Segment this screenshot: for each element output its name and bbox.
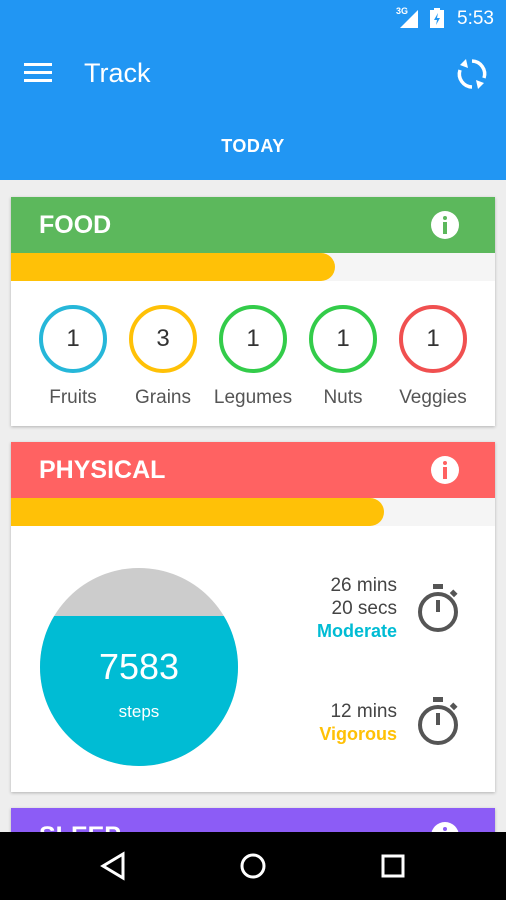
food-item-label: Legumes (213, 387, 293, 408)
menu-icon[interactable] (24, 63, 52, 85)
steps-unit: steps (118, 702, 160, 721)
steps-gauge[interactable]: 7583 steps (40, 568, 238, 766)
food-item-legumes[interactable]: 1 Legumes (208, 305, 298, 409)
clock: 5:53 (457, 8, 494, 29)
tab-today[interactable]: TODAY (0, 136, 506, 157)
food-item-nuts[interactable]: 1 Nuts (298, 305, 388, 409)
signal-icon (400, 10, 418, 28)
physical-progress-track (11, 498, 495, 526)
steps-value: 7583 (98, 646, 180, 687)
food-title: FOOD (39, 211, 112, 239)
food-progress-track (11, 253, 495, 281)
food-header: FOOD (11, 197, 495, 253)
physical-header: PHYSICAL (11, 442, 495, 498)
moderate-activity: 26 mins 20 secs Moderate (317, 574, 397, 643)
moderate-seconds: 20 secs (331, 598, 397, 619)
steps-gauge-fill (40, 615, 238, 766)
status-bar: 3G 5:53 (0, 0, 506, 36)
stopwatch-icon[interactable] (416, 697, 460, 747)
sync-icon[interactable] (454, 56, 490, 92)
info-icon[interactable] (431, 456, 459, 484)
back-icon[interactable] (97, 850, 129, 882)
food-item-label: Nuts (323, 387, 363, 408)
vigorous-label: Vigorous (319, 724, 397, 744)
info-icon[interactable] (431, 211, 459, 239)
recents-icon[interactable] (377, 850, 409, 882)
moderate-label: Moderate (316, 621, 397, 641)
battery-icon (430, 8, 444, 28)
count-ring: 3 (129, 305, 197, 373)
home-icon[interactable] (237, 850, 269, 882)
moderate-minutes: 26 mins (330, 575, 397, 596)
physical-card: PHYSICAL 7583 steps 26 mins 20 secs Mode… (11, 442, 495, 792)
stopwatch-icon[interactable] (416, 584, 460, 634)
food-progress-bar (11, 253, 336, 281)
food-item-label: Grains (135, 387, 191, 408)
page-title: Track (84, 58, 151, 88)
count-ring: 1 (39, 305, 107, 373)
food-item-grains[interactable]: 3 Grains (118, 305, 208, 409)
food-item-label: Fruits (49, 387, 97, 408)
count-ring: 1 (399, 305, 467, 373)
count-ring: 1 (219, 305, 287, 373)
physical-progress-bar (11, 498, 384, 526)
navigation-bar (0, 832, 506, 900)
app-bar: Track TODAY (0, 36, 506, 180)
food-item-label: Veggies (399, 387, 467, 408)
food-item-fruits[interactable]: 1 Fruits (28, 305, 118, 409)
vigorous-minutes: 12 mins (330, 701, 397, 722)
count-ring: 1 (309, 305, 377, 373)
food-item-veggies[interactable]: 1 Veggies (388, 305, 478, 409)
physical-title: PHYSICAL (39, 456, 166, 484)
food-card: FOOD 1 Fruits 3 Grains 1 Legumes 1 Nuts … (11, 197, 495, 426)
vigorous-activity: 12 mins Vigorous (319, 700, 397, 746)
